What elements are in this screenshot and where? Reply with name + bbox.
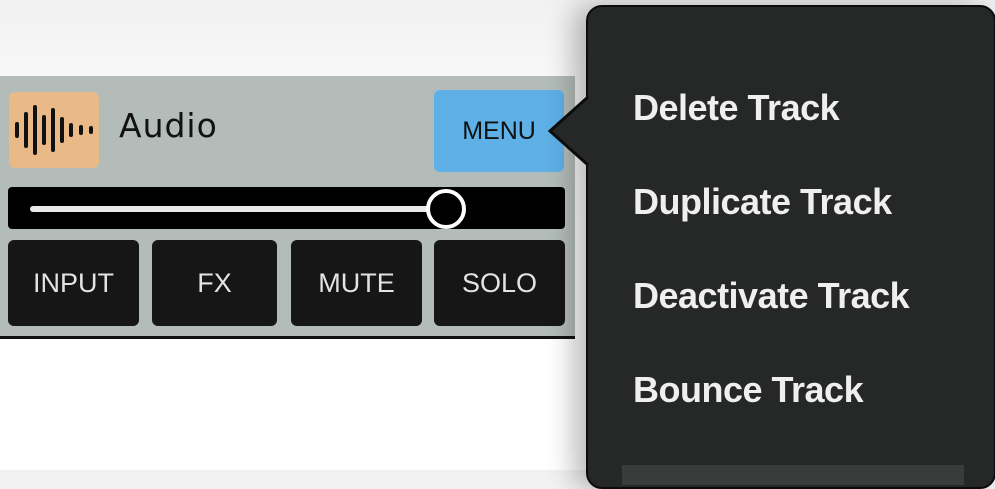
input-button[interactable]: INPUT [8,240,139,326]
audio-waveform-icon [9,92,99,168]
popup-pointer-arrow [547,96,590,166]
volume-slider[interactable] [8,187,565,229]
mute-button[interactable]: MUTE [291,240,422,326]
solo-button[interactable]: SOLO [434,240,565,326]
fx-button[interactable]: FX [152,240,277,326]
menu-item-delete-track[interactable]: Delete Track [633,87,840,129]
volume-slider-knob[interactable] [425,189,466,229]
menu-divider [622,465,964,485]
menu-item-bounce-track[interactable]: Bounce Track [633,369,864,411]
track-context-menu: Delete Track Duplicate Track Deactivate … [586,5,995,489]
audio-track-panel: Audio MENU INPUT FX MUTE SOLO [0,76,575,339]
menu-button[interactable]: MENU [434,90,564,172]
track-name: Audio [119,106,218,145]
menu-item-duplicate-track[interactable]: Duplicate Track [633,181,892,223]
volume-slider-track [30,206,446,212]
menu-item-deactivate-track[interactable]: Deactivate Track [633,275,910,317]
